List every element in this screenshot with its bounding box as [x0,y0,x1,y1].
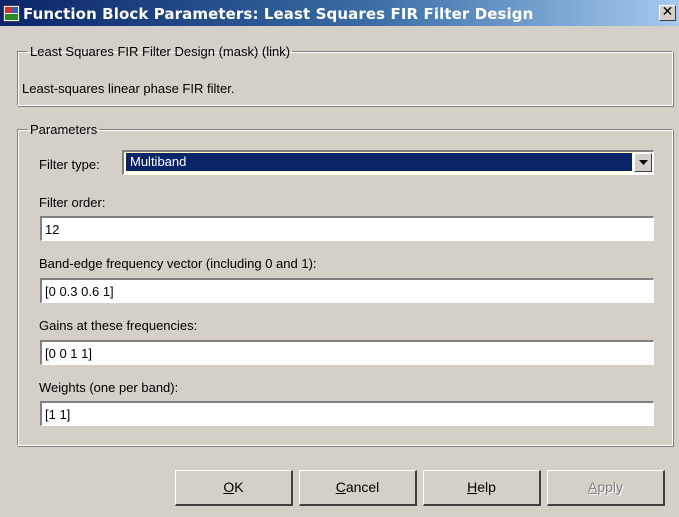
weights-label: Weights (one per band): [39,380,179,395]
apply-label-rest: pply [597,479,624,495]
apply-mnemonic: A [587,479,598,495]
weights-field[interactable] [40,401,654,426]
block-description: Least-squares linear phase FIR filter. [22,81,235,96]
filter-type-value: Multiband [125,152,633,172]
band-edge-label: Band-edge frequency vector (including 0 … [39,256,317,271]
filter-type-select[interactable]: Multiband [122,150,654,175]
close-icon: ✕ [661,4,674,20]
filter-type-label: Filter type: [39,157,100,172]
ok-mnemonic: O [223,479,235,495]
cancel-button[interactable]: Cancel [299,470,417,506]
cancel-mnemonic: C [335,479,346,495]
close-button[interactable]: ✕ [659,5,676,21]
gains-label: Gains at these frequencies: [39,318,198,333]
dialog-window: Function Block Parameters: Least Squares… [0,0,679,517]
band-edge-field[interactable] [40,278,654,303]
apply-button[interactable]: Apply [547,470,665,506]
title-bar[interactable]: Function Block Parameters: Least Squares… [0,0,679,26]
help-button[interactable]: Help [423,470,541,506]
window-title: Function Block Parameters: Least Squares… [23,5,534,23]
filter-order-label: Filter order: [39,195,106,210]
help-mnemonic: H [467,479,478,495]
simulink-block-icon [3,5,20,22]
gains-field[interactable] [40,340,654,365]
description-group: Least Squares FIR Filter Design (mask) (… [17,44,673,106]
ok-button[interactable]: OK [175,470,293,506]
help-label-rest: elp [477,479,496,495]
description-group-label: Least Squares FIR Filter Design (mask) (… [30,44,291,59]
parameters-group-label: Parameters [30,122,98,137]
dropdown-arrow-button[interactable] [634,153,652,172]
filter-order-field[interactable] [40,216,654,241]
chevron-down-icon [639,160,648,165]
ok-label-rest: K [234,479,244,495]
cancel-label-rest: ancel [345,479,380,495]
